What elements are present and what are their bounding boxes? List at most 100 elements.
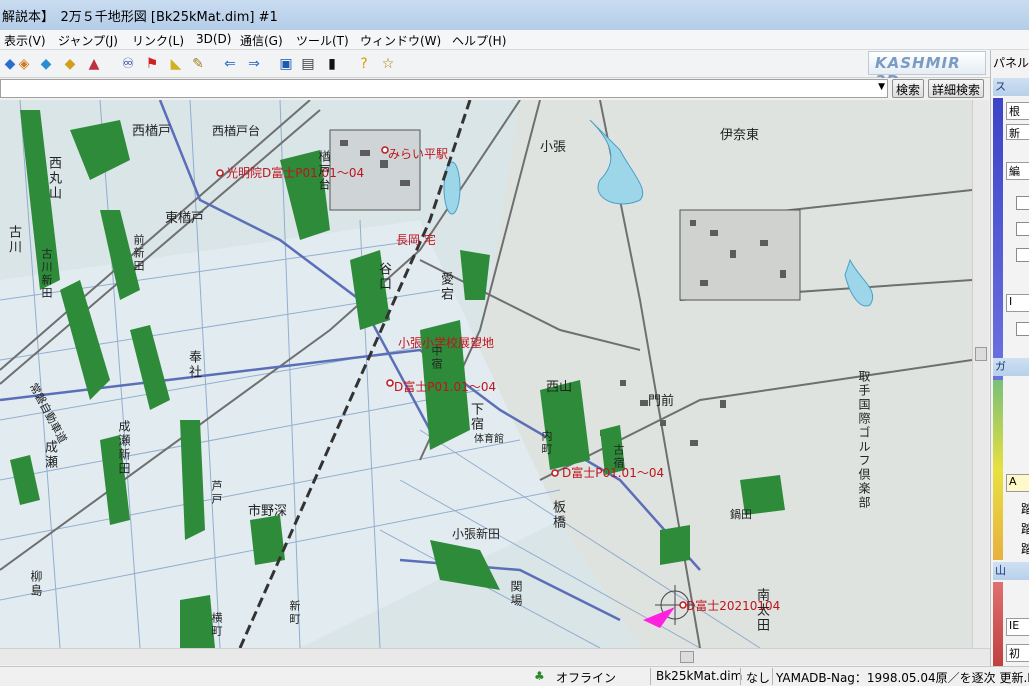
- place-label: 谷口: [376, 262, 391, 292]
- help-icon[interactable]: ?: [354, 54, 374, 74]
- panel-section-header[interactable]: 山: [993, 562, 1029, 580]
- place-label: 西山: [546, 380, 573, 395]
- place-label: 東楢戸: [165, 211, 205, 226]
- search-button[interactable]: 検索: [892, 79, 925, 98]
- monitor-icon[interactable]: ▣: [276, 54, 296, 74]
- place-label: 内町: [540, 430, 553, 456]
- title-bar: 解説本】 2万５千地形図 [Bk25kMat.dim] #1: [0, 0, 1029, 30]
- side-panel: パネル ス 根 新 編 I ガ A 踏 踏 踏 山 IE 初: [990, 50, 1029, 666]
- panel-field[interactable]: 編: [1006, 162, 1029, 180]
- waypoint-label[interactable]: 光明院D富士P01.01～04: [226, 164, 364, 181]
- toolbar: ◆ ◈ ◆ ◆ ▲ ♾ ⚑ ◣ ✎ ⇐ ⇒ ▣ ▤ ▮ ? ☆: [0, 50, 990, 78]
- panel-field[interactable]: 初: [1006, 644, 1029, 662]
- place-label: 古川: [6, 225, 21, 255]
- menu-comm[interactable]: 通信(G): [240, 32, 283, 49]
- place-label: 市野深: [248, 504, 288, 519]
- fill-icon[interactable]: ◆: [36, 54, 56, 74]
- back-arrow-icon[interactable]: ⇐: [220, 54, 240, 74]
- panel-label: 踏: [1021, 502, 1029, 516]
- place-label: 鍋田: [730, 508, 752, 521]
- place-label: 板橋: [550, 500, 565, 530]
- panel-field[interactable]: 新: [1006, 124, 1029, 140]
- panel-color-bar: [993, 98, 1003, 390]
- horizontal-scroll-thumb[interactable]: [680, 651, 694, 663]
- status-bar: ♣ オフライン Bk25kMat.dim なし YAMADB-Nag：1998.…: [0, 666, 1029, 686]
- layer-icon[interactable]: ◆: [60, 54, 80, 74]
- waypoint-label[interactable]: 小張小学校展望地: [398, 334, 494, 351]
- menu-view[interactable]: 表示(V): [4, 32, 46, 49]
- waypoint-label[interactable]: D富士P01.01～04: [394, 378, 496, 395]
- menu-tools[interactable]: ツール(T): [296, 32, 349, 49]
- vertical-scroll-thumb[interactable]: [975, 347, 987, 361]
- panel-section-header[interactable]: ス: [993, 78, 1029, 96]
- place-label: 西楢戸台: [212, 124, 261, 138]
- place-label: 関場: [509, 580, 523, 608]
- search-bar: ▼ 検索 詳細検索: [0, 78, 990, 100]
- film-icon[interactable]: ▤: [298, 54, 318, 74]
- place-label: 前新田: [132, 234, 145, 273]
- place-label: 新町: [288, 600, 301, 626]
- place-label: 古宿: [612, 444, 625, 470]
- place-label: 成瀬新田: [117, 420, 131, 476]
- menu-window[interactable]: ウィンドウ(W): [360, 32, 441, 49]
- window-title: 解説本】 2万５千地形図 [Bk25kMat.dim] #1: [2, 10, 278, 25]
- panel-title: パネル: [993, 56, 1029, 70]
- place-label: 下宿: [468, 402, 483, 432]
- panel-label: 踏: [1021, 522, 1029, 536]
- kashmir-logo: KASHMIR 3D: [868, 51, 986, 90]
- panel-field[interactable]: A: [1006, 474, 1029, 492]
- panel-field[interactable]: I: [1006, 294, 1029, 312]
- place-label: 取手国際ゴルフ倶楽部: [857, 370, 871, 510]
- status-none: なし: [746, 671, 771, 685]
- menu-3d[interactable]: 3D(D): [196, 32, 231, 46]
- place-label: 芦戸: [210, 480, 223, 506]
- place-label: 伊奈東: [720, 128, 760, 143]
- draw-icon[interactable]: ◈: [14, 54, 34, 74]
- panel-checkbox[interactable]: [1016, 196, 1029, 210]
- horizontal-scrollbar[interactable]: [0, 648, 990, 665]
- waypoint-label[interactable]: みらい平駅: [388, 145, 448, 162]
- vertical-scrollbar[interactable]: [972, 100, 989, 648]
- place-label: 古川新田: [40, 248, 53, 300]
- hint-icon[interactable]: ☆: [378, 54, 398, 74]
- panel-checkbox[interactable]: [1016, 248, 1029, 262]
- connection-status: オフライン: [556, 671, 617, 685]
- panel-section-header[interactable]: ガ: [993, 358, 1029, 376]
- menu-help[interactable]: ヘルプ(H): [452, 32, 506, 49]
- panel-checkbox[interactable]: [1016, 322, 1029, 336]
- panel-checkbox[interactable]: [1016, 222, 1029, 236]
- place-label: 柳島: [29, 570, 43, 598]
- place-label: 体育館: [474, 434, 504, 445]
- status-file: Bk25kMat.dim: [656, 669, 743, 683]
- panel-field[interactable]: 根: [1006, 102, 1029, 120]
- terrain-icon[interactable]: ▲: [84, 54, 104, 74]
- place-label: 中宿: [430, 345, 443, 371]
- place-label: 奉社: [186, 350, 201, 380]
- chevron-down-icon[interactable]: ▼: [878, 82, 885, 92]
- topographic-map[interactable]: [0, 100, 972, 648]
- panel-field[interactable]: IE: [1006, 618, 1029, 636]
- place-label: 門前: [648, 394, 675, 409]
- panel-color-bar: [993, 582, 1003, 666]
- map-view[interactable]: 光明院D富士P01.01～04 みらい平駅 長岡 宅 小張小学校展望地 D富士P…: [0, 100, 972, 648]
- eraser-icon[interactable]: ◣: [166, 54, 186, 74]
- place-label: 西楢戸: [132, 124, 172, 139]
- online-status-icon: ♣: [534, 669, 545, 683]
- flags-icon[interactable]: ⚑: [142, 54, 162, 74]
- forward-arrow-icon[interactable]: ⇒: [244, 54, 264, 74]
- status-info: YAMADB-Nag：1998.05.04原／を逐次 更新.N: [776, 671, 1029, 685]
- place-label: 小張: [540, 140, 567, 155]
- menu-link[interactable]: リンク(L): [132, 32, 184, 49]
- pencil-icon[interactable]: ✎: [188, 54, 208, 74]
- panel-color-bar: [993, 380, 1003, 560]
- menu-jump[interactable]: ジャンプ(J): [58, 32, 118, 49]
- detail-search-button[interactable]: 詳細検索: [928, 79, 985, 98]
- menu-bar: 表示(V) ジャンプ(J) リンク(L) 3D(D) 通信(G) ツール(T) …: [0, 30, 1029, 50]
- place-label: 横町: [210, 612, 223, 638]
- place-label: 愛宕: [438, 272, 453, 302]
- search-combo[interactable]: ▼: [0, 79, 888, 98]
- gps-icon[interactable]: ▮: [322, 54, 342, 74]
- waypoint-label[interactable]: 長岡 宅: [396, 231, 436, 248]
- binoculars-icon[interactable]: ♾: [118, 54, 138, 74]
- place-label: 楢戸台: [317, 150, 331, 192]
